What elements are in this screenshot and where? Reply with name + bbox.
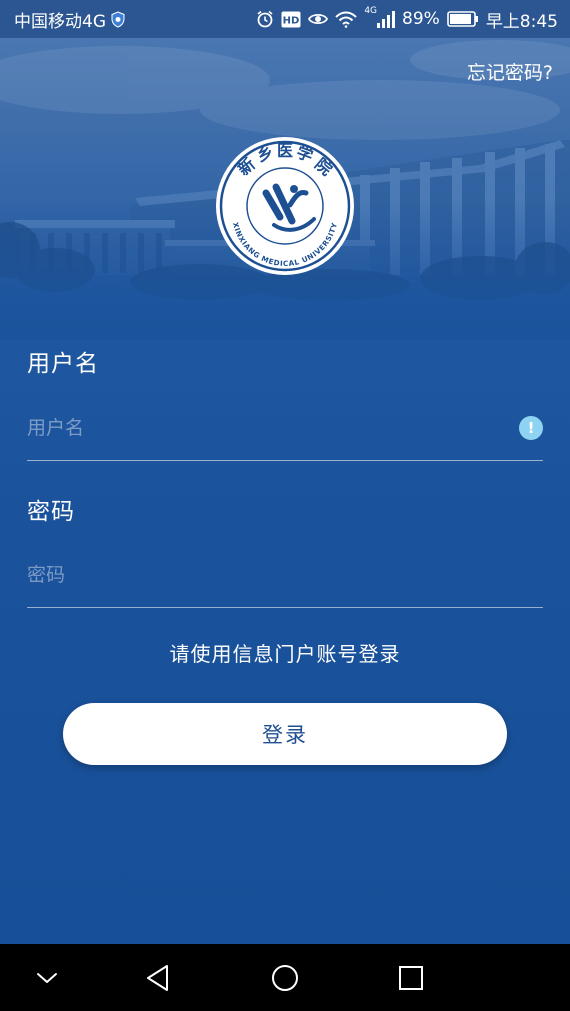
clock: 早上8:45 <box>485 11 558 32</box>
status-bar: 中国移动4G HD 4G 89% 早上8:45 <box>0 0 570 38</box>
login-button[interactable]: 登录 <box>63 703 507 765</box>
password-underline <box>27 607 543 608</box>
university-logo: 新 乡 医 学 院 XINXIANG MEDICAL UNIVERSITY <box>216 137 354 275</box>
nav-home-button[interactable] <box>255 944 315 1011</box>
home-icon <box>272 964 298 991</box>
password-heading: 密码 <box>27 499 75 525</box>
username-underline <box>27 460 543 461</box>
nav-recents-button[interactable] <box>381 944 441 1011</box>
wifi-icon <box>335 11 358 28</box>
eye-icon <box>308 13 329 25</box>
navigation-bar <box>0 944 570 1011</box>
svg-text:HD: HD <box>283 15 300 26</box>
nav-hide-button[interactable] <box>17 944 77 1011</box>
hd-icon: HD <box>281 11 301 27</box>
alert-icon: ! <box>519 416 543 440</box>
alarm-icon <box>257 10 273 28</box>
battery-icon <box>447 11 478 27</box>
signal-icon <box>377 10 396 28</box>
battery-percent: 89% <box>402 9 440 29</box>
password-input[interactable] <box>27 551 543 599</box>
forgot-password-link[interactable]: 忘记密码? <box>467 58 553 85</box>
signal-group: 4G <box>364 6 396 28</box>
carrier-label: 中国移动4G <box>14 11 106 32</box>
nav-back-button[interactable] <box>128 944 188 1011</box>
username-heading: 用户名 <box>27 351 99 377</box>
logo-char: 医 <box>277 141 293 160</box>
network-badge: 4G <box>364 5 378 16</box>
chevron-down-icon <box>37 972 57 983</box>
recents-icon <box>399 965 423 990</box>
status-right: HD 4G 89% 早上8:45 <box>256 0 558 38</box>
back-icon <box>147 964 168 991</box>
shield-icon <box>111 10 125 28</box>
status-left: 中国移动4G <box>0 7 126 32</box>
login-hint: 请使用信息门户账号登录 <box>169 642 401 666</box>
username-input[interactable] <box>27 404 543 452</box>
